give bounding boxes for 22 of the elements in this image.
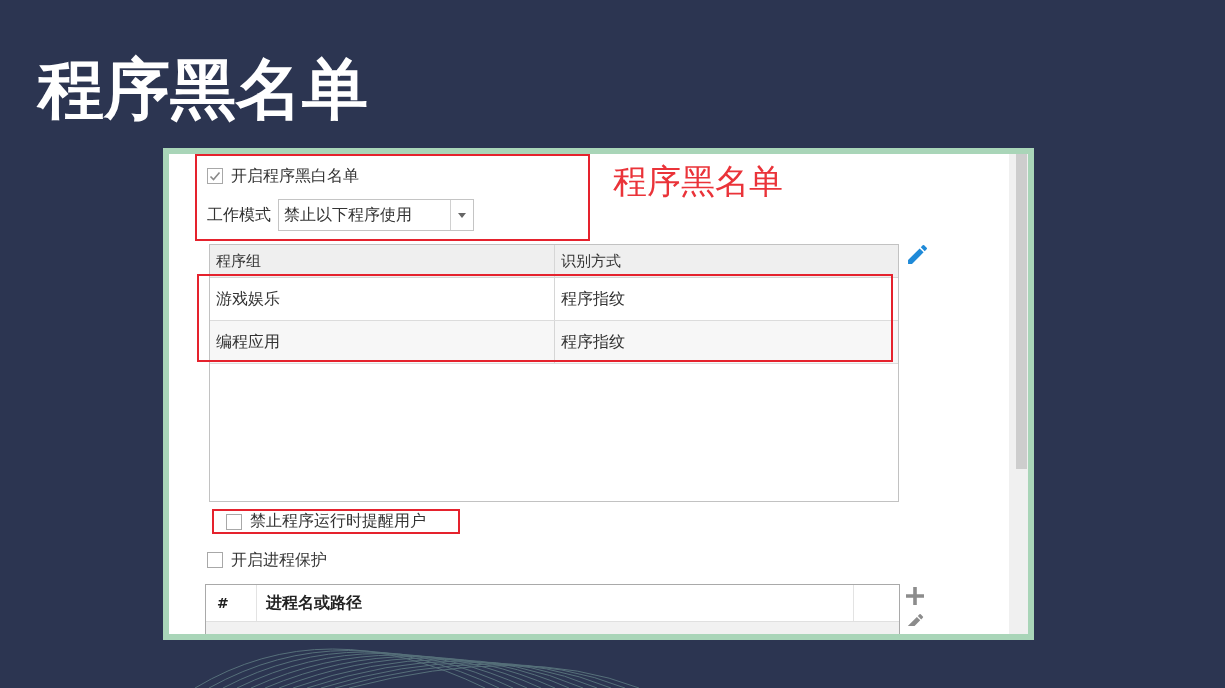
checkbox[interactable] (207, 552, 223, 568)
table-cell: 编程应用 (210, 321, 555, 363)
checkbox[interactable] (226, 513, 242, 530)
checkbox-label[interactable]: 禁止程序运行时提醒用户 (250, 511, 426, 532)
scrollbar[interactable] (1009, 154, 1028, 634)
annotation-label: 程序黑名单 (613, 161, 783, 201)
column-header[interactable]: 识别方式 (555, 245, 898, 277)
table-cell-text: 程序指纹 (560, 331, 626, 353)
table-cell-text: 程序指纹 (560, 288, 626, 310)
field-label: 工作模式 (207, 204, 271, 226)
edit-pencil-icon[interactable] (906, 613, 924, 626)
mode-dropdown[interactable]: 禁止以下程序使用 (278, 199, 474, 231)
add-icon[interactable] (906, 587, 924, 605)
edit-pencil-icon[interactable] (907, 244, 928, 265)
column-header[interactable]: 程序组 (210, 245, 555, 277)
scrollbar-thumb[interactable] (1016, 154, 1027, 469)
checkbox[interactable] (207, 168, 223, 184)
slide-title: 程序黑名单 (38, 55, 368, 125)
checkbox-label[interactable]: 开启进程保护 (231, 549, 327, 571)
table-cell: 游戏娱乐 (210, 278, 555, 320)
checkbox-label[interactable]: 开启程序黑白名单 (231, 165, 359, 187)
caret-icon (458, 212, 466, 218)
